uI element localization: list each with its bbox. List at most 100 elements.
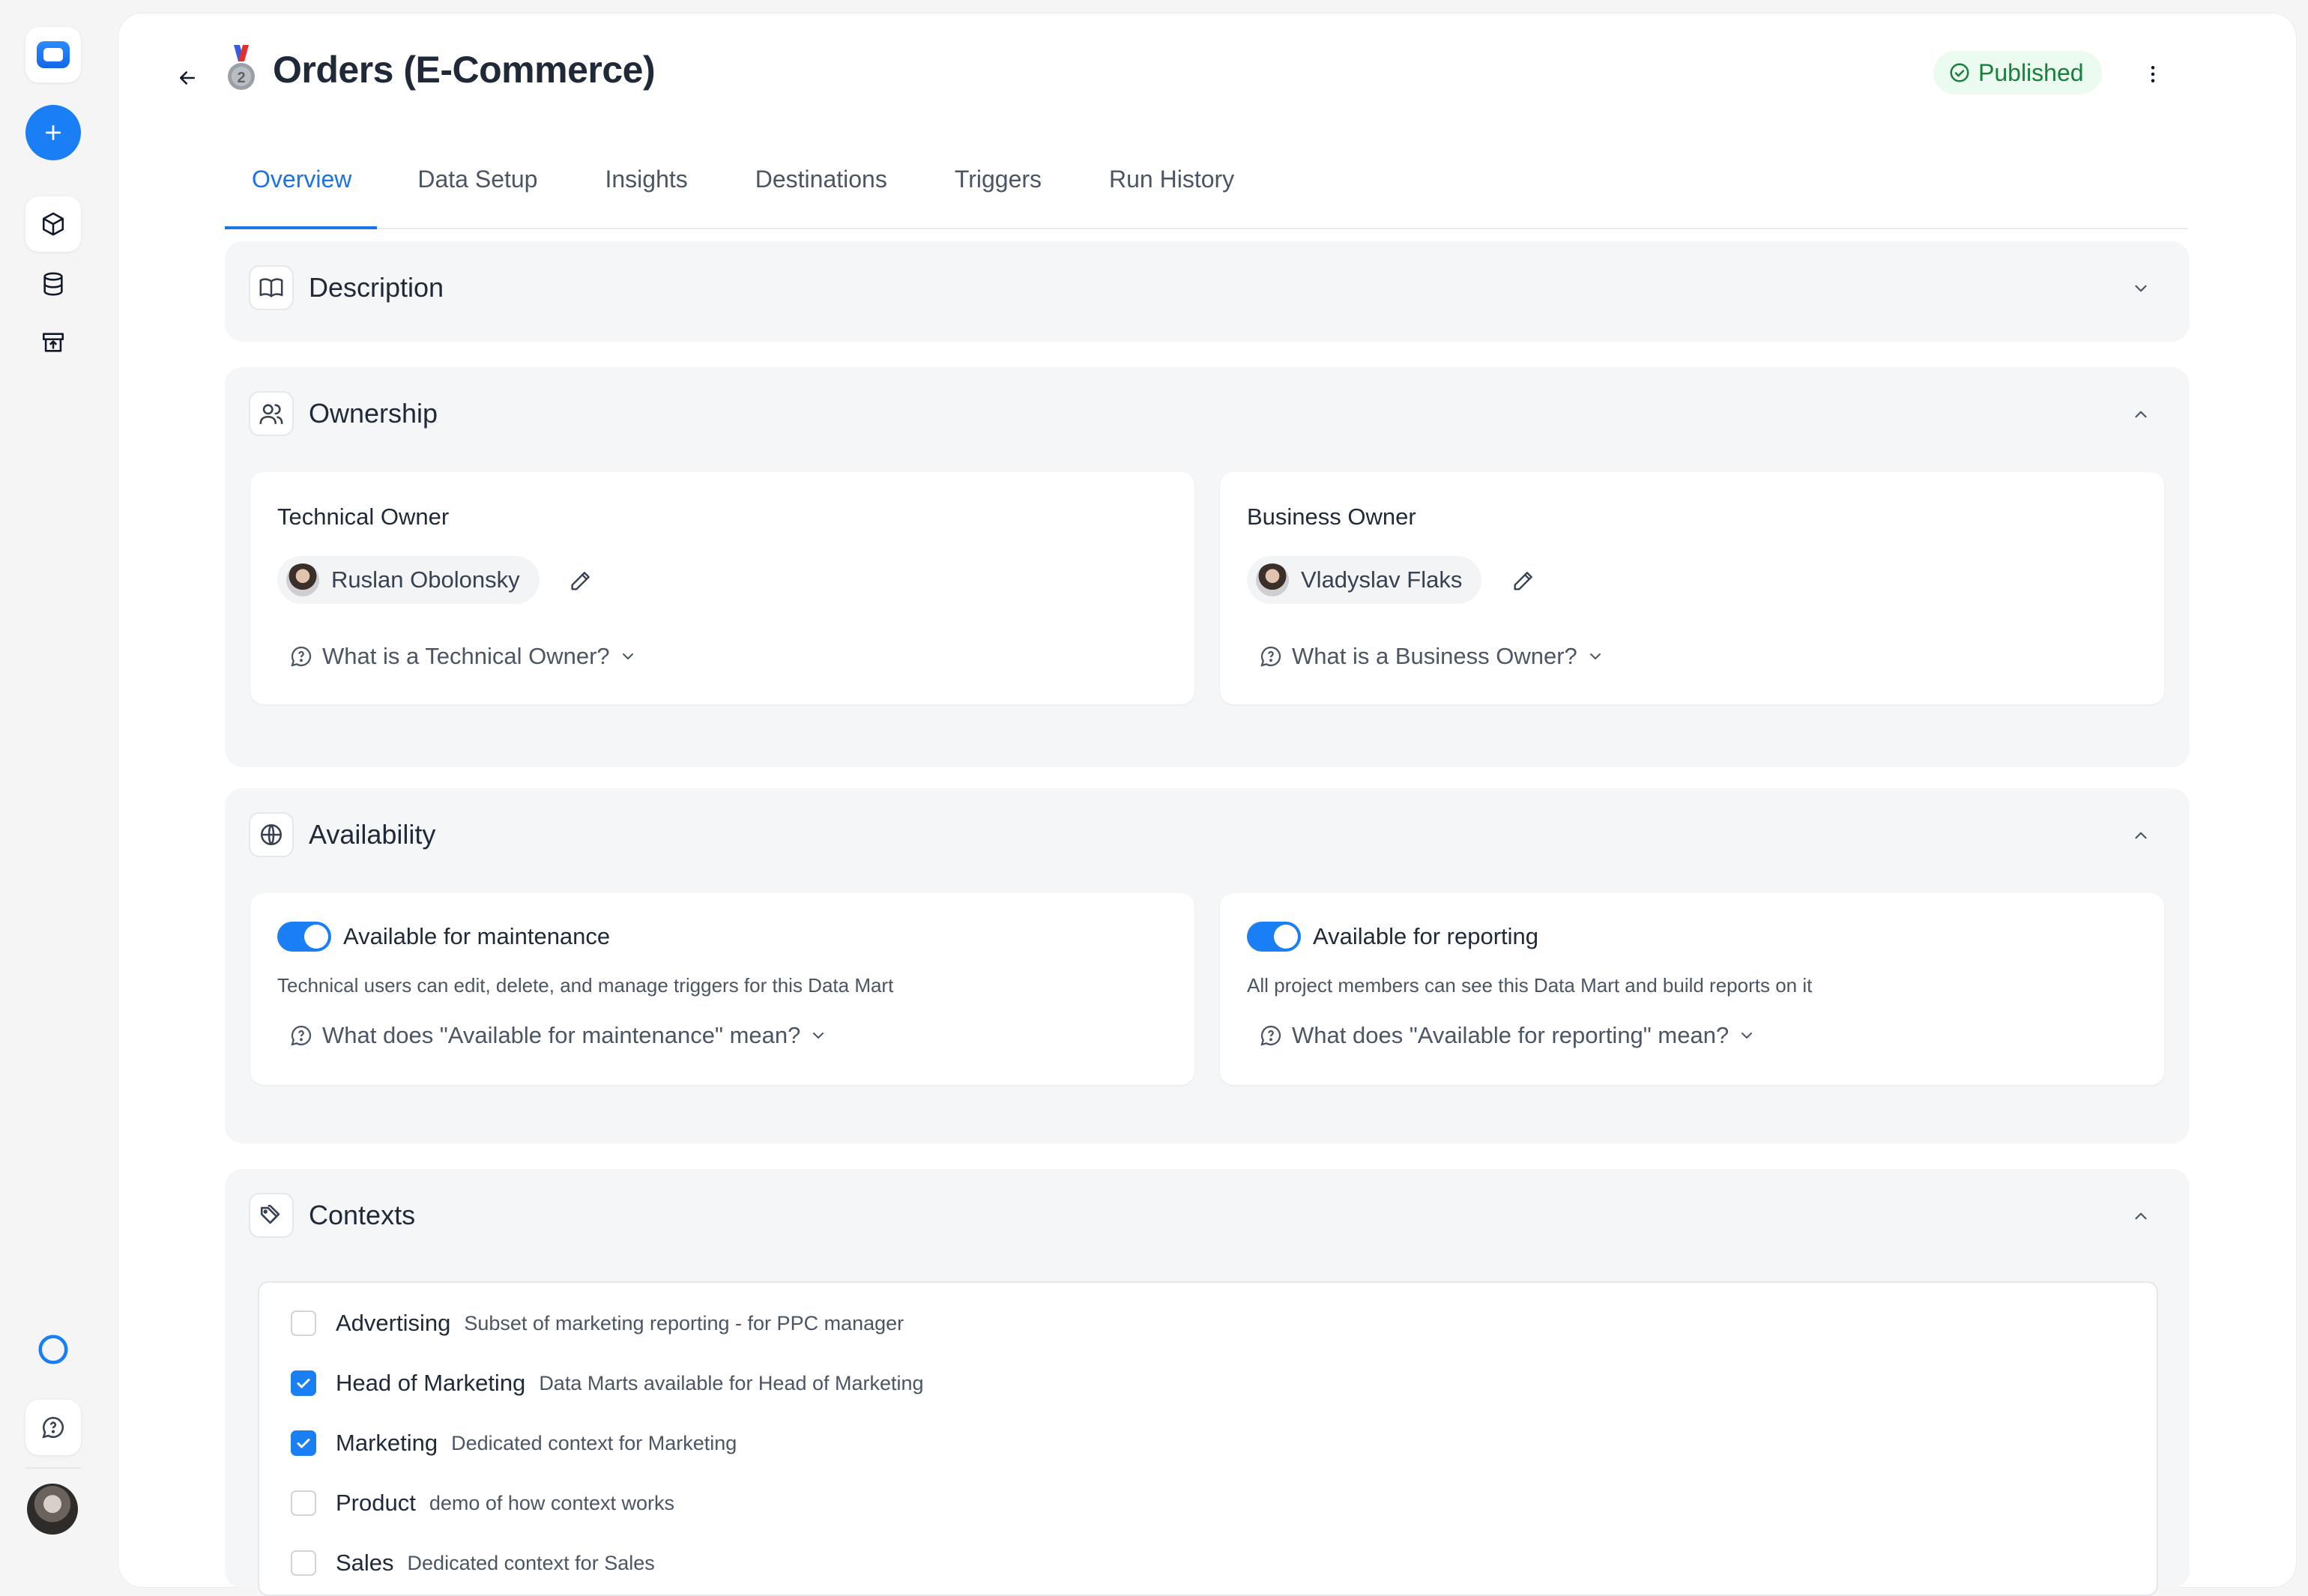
- availability-header[interactable]: Availability: [249, 812, 435, 857]
- edit-technical-owner-button[interactable]: [564, 563, 598, 598]
- contexts-section: Contexts Advertising Subset of marketing…: [225, 1169, 2190, 1596]
- globe-icon: [249, 812, 294, 857]
- context-checkbox[interactable]: [291, 1311, 316, 1336]
- avatar: [286, 563, 319, 596]
- user-avatar[interactable]: [27, 1484, 78, 1535]
- edit-business-owner-button[interactable]: [1506, 563, 1541, 598]
- technical-owner-help-toggle[interactable]: What is a Technical Owner?: [289, 643, 637, 670]
- chat-question-icon: [1260, 646, 1281, 667]
- pencil-icon: [1514, 572, 1532, 590]
- reporting-help-text: What does "Available for reporting" mean…: [1292, 1022, 1730, 1048]
- avatar: [1256, 563, 1289, 596]
- context-checkbox[interactable]: [291, 1490, 316, 1516]
- page-title: Orders (E-Commerce): [273, 49, 656, 91]
- chat-question-icon: [42, 1416, 64, 1439]
- nav-storages[interactable]: [25, 256, 81, 312]
- check-icon: [297, 1379, 310, 1388]
- business-owner-chip[interactable]: Vladyslav Flaks: [1247, 556, 1482, 604]
- reporting-toggle[interactable]: [1247, 922, 1301, 952]
- list-item[interactable]: Head of Marketing Data Marts available f…: [291, 1368, 924, 1398]
- nav-destinations[interactable]: [25, 315, 81, 370]
- check-icon: [297, 1439, 310, 1448]
- back-button[interactable]: [165, 55, 210, 100]
- chat-question-icon: [291, 646, 312, 667]
- silver-medal-icon: 2: [228, 45, 255, 90]
- description-title: Description: [309, 272, 444, 303]
- reporting-card: Available for reporting All project memb…: [1220, 893, 2164, 1085]
- context-description: Dedicated context for Marketing: [451, 1431, 737, 1454]
- maintenance-label: Available for maintenance: [343, 923, 611, 949]
- list-item[interactable]: Sales Dedicated context for Sales: [291, 1548, 655, 1578]
- maintenance-help-toggle[interactable]: What does "Available for maintenance" me…: [289, 1022, 827, 1049]
- business-owner-help-toggle[interactable]: What is a Business Owner?: [1259, 643, 1604, 670]
- cube-icon: [42, 212, 64, 236]
- list-item[interactable]: Advertising Subset of marketing reportin…: [291, 1308, 904, 1338]
- status-label: Published: [1978, 58, 2084, 86]
- context-description: Dedicated context for Sales: [407, 1551, 655, 1574]
- list-item[interactable]: Product demo of how context works: [291, 1488, 674, 1518]
- maintenance-toggle[interactable]: [277, 922, 331, 952]
- collapse-availability-button[interactable]: [2130, 824, 2152, 847]
- nav-data-marts[interactable]: [25, 196, 81, 252]
- tab-destinations[interactable]: Destinations: [715, 130, 914, 228]
- context-checkbox[interactable]: [291, 1370, 316, 1396]
- contexts-header[interactable]: Contexts: [249, 1193, 415, 1238]
- description-header[interactable]: Description: [249, 265, 444, 310]
- chevron-down-icon: [2135, 285, 2147, 292]
- status-badge[interactable]: Published: [1933, 51, 2102, 94]
- business-owner-label: Business Owner: [1247, 504, 1416, 530]
- contexts-title: Contexts: [309, 1200, 416, 1230]
- technical-owner-help-text: What is a Technical Owner?: [322, 643, 610, 669]
- create-button[interactable]: [25, 105, 81, 160]
- collapse-ownership-button[interactable]: [2130, 403, 2152, 426]
- context-checkbox[interactable]: [291, 1550, 316, 1576]
- feedback-button[interactable]: [25, 1400, 81, 1455]
- book-icon: [249, 265, 294, 310]
- users-icon: [249, 391, 294, 436]
- context-name: Advertising: [336, 1310, 451, 1336]
- context-name: Head of Marketing: [336, 1370, 526, 1396]
- pencil-icon: [571, 572, 590, 590]
- arrow-left-icon: [180, 71, 195, 85]
- technical-owner-chip[interactable]: Ruslan Obolonsky: [277, 556, 540, 604]
- ownership-header[interactable]: Ownership: [249, 391, 438, 436]
- tab-triggers[interactable]: Triggers: [914, 130, 1069, 228]
- more-options-button[interactable]: [2134, 55, 2172, 93]
- chevron-down-icon: [1589, 653, 1601, 659]
- business-owner-name: Vladyslav Flaks: [1301, 566, 1463, 593]
- list-item[interactable]: Marketing Dedicated context for Marketin…: [291, 1428, 737, 1458]
- app-logo[interactable]: [25, 27, 81, 82]
- svg-text:2: 2: [237, 70, 245, 86]
- left-rail: [0, 0, 106, 1562]
- reporting-description: All project members can see this Data Ma…: [1247, 974, 1813, 997]
- context-name: Product: [336, 1490, 416, 1516]
- more-vertical-icon: [2151, 66, 2155, 82]
- tab-overview[interactable]: Overview: [225, 130, 378, 229]
- plus-icon: [45, 124, 61, 141]
- availability-section: Availability Available for maintenance T…: [225, 788, 2190, 1143]
- tab-insights[interactable]: Insights: [564, 130, 714, 228]
- business-owner-help-text: What is a Business Owner?: [1292, 643, 1577, 669]
- chat-question-icon: [291, 1025, 312, 1046]
- context-description: Data Marts available for Head of Marketi…: [539, 1371, 924, 1394]
- availability-title: Availability: [309, 819, 436, 850]
- tab-data-setup[interactable]: Data Setup: [377, 130, 564, 228]
- business-owner-card: Business Owner Vladyslav Flaks What is a…: [1220, 472, 2164, 704]
- technical-owner-card: Technical Owner Ruslan Obolonsky What is…: [250, 472, 1194, 704]
- ownership-section: Ownership Technical Owner Ruslan Obolons…: [225, 367, 2190, 767]
- collapse-contexts-button[interactable]: [2130, 1205, 2152, 1227]
- tab-bar: Overview Data Setup Insights Destination…: [225, 130, 2188, 229]
- chevron-down-icon: [1741, 1033, 1753, 1039]
- chevron-down-icon: [813, 1033, 824, 1039]
- context-checkbox[interactable]: [291, 1430, 316, 1456]
- tab-run-history[interactable]: Run History: [1069, 130, 1261, 228]
- description-section: Description: [225, 241, 2190, 342]
- circle-icon: [38, 1334, 68, 1364]
- status-indicator[interactable]: [25, 1322, 81, 1377]
- expand-description-button[interactable]: [2130, 277, 2152, 300]
- tags-icon: [249, 1193, 294, 1238]
- database-icon: [43, 272, 63, 296]
- chevron-up-icon: [2135, 832, 2147, 839]
- reporting-help-toggle[interactable]: What does "Available for reporting" mean…: [1259, 1022, 1756, 1049]
- technical-owner-label: Technical Owner: [277, 504, 450, 530]
